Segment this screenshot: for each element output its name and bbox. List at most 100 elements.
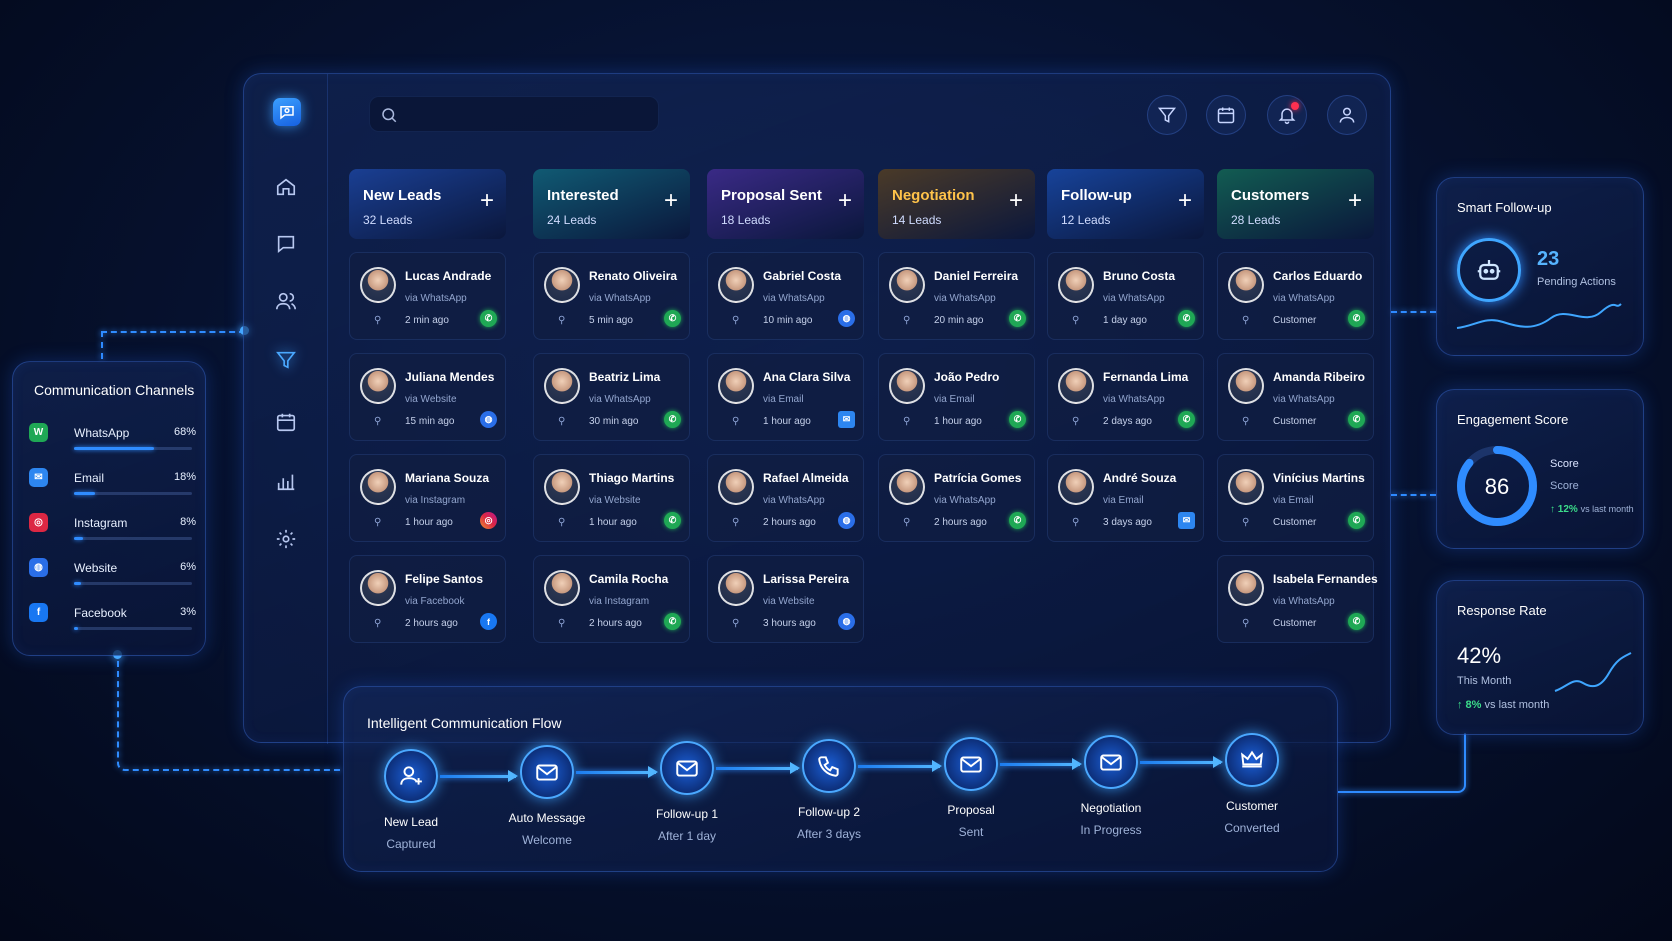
users-icon[interactable] (273, 288, 299, 314)
lead-card[interactable]: Mariana Souza via Instagram ⚲ 1 hour ago ◎ (349, 454, 506, 542)
lead-card[interactable]: Ana Clara Silva via Email ⚲ 1 hour ago ✉ (707, 353, 864, 441)
robot-icon (1457, 238, 1521, 302)
filter-button[interactable] (1147, 95, 1187, 135)
lead-card[interactable]: Felipe Santos via Facebook ⚲ 2 hours ago f (349, 555, 506, 643)
channel-icon: ◎ (480, 512, 497, 529)
avatar (1228, 469, 1264, 505)
lead-card[interactable]: Vinícius Martins via Email ⚲ Customer ✆ (1217, 454, 1374, 542)
search-bar[interactable] (369, 96, 659, 132)
channel-bar (74, 537, 192, 540)
channel-icon: ✆ (1009, 310, 1026, 327)
channel-row[interactable]: ✉ Email 18% (29, 468, 199, 508)
lead-name: Gabriel Costa (763, 269, 842, 283)
calendar-icon[interactable] (273, 409, 299, 435)
lead-card[interactable]: Gabriel Costa via WhatsApp ⚲ 10 min ago ◍ (707, 252, 864, 340)
lead-card[interactable]: Isabela Fernandes via WhatsApp ⚲ Customer ✆ (1217, 555, 1378, 643)
profile-button[interactable] (1327, 95, 1367, 135)
lead-source: via Email (1273, 495, 1314, 506)
channel-label: Email (74, 471, 105, 485)
search-input[interactable] (406, 97, 651, 131)
lead-time: 2 hours ago (405, 618, 458, 629)
lead-name: Vinícius Martins (1273, 471, 1365, 485)
lead-card[interactable]: Fernanda Lima via WhatsApp ⚲ 2 days ago ✆ (1047, 353, 1204, 441)
funnel-icon[interactable] (273, 347, 299, 373)
lead-card[interactable]: Larissa Pereira via Website ⚲ 3 hours ago ◍ (707, 555, 864, 643)
add-lead-button[interactable]: + (1009, 189, 1023, 213)
lead-card[interactable]: Camila Rocha via Instagram ⚲ 2 hours ago ✆ (533, 555, 690, 643)
smart-followup-widget[interactable]: Smart Follow-up 23 Pending Actions (1436, 177, 1644, 356)
channel-icon: ✆ (664, 411, 681, 428)
analytics-icon[interactable] (273, 468, 299, 494)
avatar (889, 267, 925, 303)
lead-source: via Email (763, 394, 804, 405)
calendar-button[interactable] (1206, 95, 1246, 135)
channel-icon: ◍ (838, 512, 855, 529)
channel-percent: 18% (173, 471, 196, 483)
channel-percent: 68% (173, 426, 196, 438)
lead-time: 2 hours ago (763, 517, 816, 528)
channel-label: Facebook (74, 606, 127, 620)
channel-row[interactable]: f Facebook 3% (29, 603, 199, 643)
channel-icon: f (480, 613, 497, 630)
engagement-score-widget[interactable]: Engagement Score 86 Score Score ↑ 12% vs… (1436, 389, 1644, 549)
lead-source: via Website (763, 596, 815, 607)
flow-step[interactable]: New Lead Captured (356, 749, 466, 851)
filter-icon (1157, 107, 1177, 123)
channel-percent: 8% (180, 516, 196, 528)
add-lead-button[interactable]: + (664, 189, 678, 213)
lead-card[interactable]: Thiago Martins via Website ⚲ 1 hour ago ✆ (533, 454, 690, 542)
avatar (1228, 267, 1264, 303)
chat-icon[interactable] (273, 231, 299, 257)
lead-card[interactable]: Patrícia Gomes via WhatsApp ⚲ 2 hours ago ✆ (878, 454, 1035, 542)
channel-icon: ◍ (838, 310, 855, 327)
channel-row[interactable]: ◍ Website 6% (29, 558, 199, 598)
avatar (1228, 570, 1264, 606)
lead-card[interactable]: Renato Oliveira via WhatsApp ⚲ 5 min ago ✆ (533, 252, 690, 340)
lead-card[interactable]: Beatriz Lima via WhatsApp ⚲ 30 min ago ✆ (533, 353, 690, 441)
flow-step[interactable]: Follow-up 1 After 1 day (632, 741, 742, 843)
flow-step-subtitle: Sent (958, 825, 984, 839)
pin-icon: ⚲ (558, 315, 566, 326)
lead-card[interactable]: Daniel Ferreira via WhatsApp ⚲ 20 min ago ✆ (878, 252, 1035, 340)
flow-step[interactable]: Customer Converted (1197, 733, 1307, 835)
column-header-3: Negotiation 14 Leads + (878, 169, 1035, 239)
flow-step[interactable]: Auto Message Welcome (492, 745, 602, 847)
lead-name: João Pedro (934, 370, 1000, 384)
avatar (718, 368, 754, 404)
channel-icon: ✆ (664, 613, 681, 630)
flow-step[interactable]: Follow-up 2 After 3 days (774, 739, 884, 841)
lead-time: 30 min ago (589, 416, 639, 427)
channel-row[interactable]: ◎ Instagram 8% (29, 513, 199, 553)
settings-icon[interactable] (273, 526, 299, 552)
lead-source: via Email (934, 394, 975, 405)
flow-step[interactable]: Proposal Sent (916, 737, 1026, 839)
lead-card[interactable]: João Pedro via Email ⚲ 1 hour ago ✆ (878, 353, 1035, 441)
channel-row[interactable]: W WhatsApp 68% (29, 423, 199, 463)
lead-card[interactable]: Carlos Eduardo via WhatsApp ⚲ Customer ✆ (1217, 252, 1374, 340)
notifications-button[interactable] (1267, 95, 1307, 135)
pin-icon: ⚲ (903, 416, 911, 427)
lead-card[interactable]: André Souza via Email ⚲ 3 days ago ✉ (1047, 454, 1204, 542)
add-lead-button[interactable]: + (1348, 189, 1362, 213)
channels-title: Communication Channels (34, 382, 195, 398)
home-icon[interactable] (273, 174, 299, 200)
lead-card[interactable]: Juliana Mendes via Website ⚲ 15 min ago ◍ (349, 353, 506, 441)
logo-icon[interactable] (273, 98, 301, 126)
flow-step[interactable]: Negotiation In Progress (1056, 735, 1166, 837)
add-lead-button[interactable]: + (1178, 189, 1192, 213)
crown-icon (1225, 733, 1279, 787)
lead-card[interactable]: Lucas Andrade via WhatsApp ⚲ 2 min ago ✆ (349, 252, 506, 340)
lead-card[interactable]: Bruno Costa via WhatsApp ⚲ 1 day ago ✆ (1047, 252, 1204, 340)
response-rate-widget[interactable]: Response Rate 42% This Month ↑ 8% vs las… (1436, 580, 1644, 735)
pin-icon: ⚲ (1072, 416, 1080, 427)
lead-time: 3 days ago (1103, 517, 1152, 528)
lead-source: via WhatsApp (1103, 394, 1165, 405)
lead-source: via WhatsApp (405, 293, 467, 304)
lead-time: 1 day ago (1103, 315, 1147, 326)
flow-step-subtitle: In Progress (1080, 823, 1142, 837)
add-lead-button[interactable]: + (480, 189, 494, 213)
add-lead-button[interactable]: + (838, 189, 852, 213)
lead-card[interactable]: Rafael Almeida via WhatsApp ⚲ 2 hours ago ◍ (707, 454, 864, 542)
lead-time: 3 hours ago (763, 618, 816, 629)
lead-card[interactable]: Amanda Ribeiro via WhatsApp ⚲ Customer ✆ (1217, 353, 1374, 441)
